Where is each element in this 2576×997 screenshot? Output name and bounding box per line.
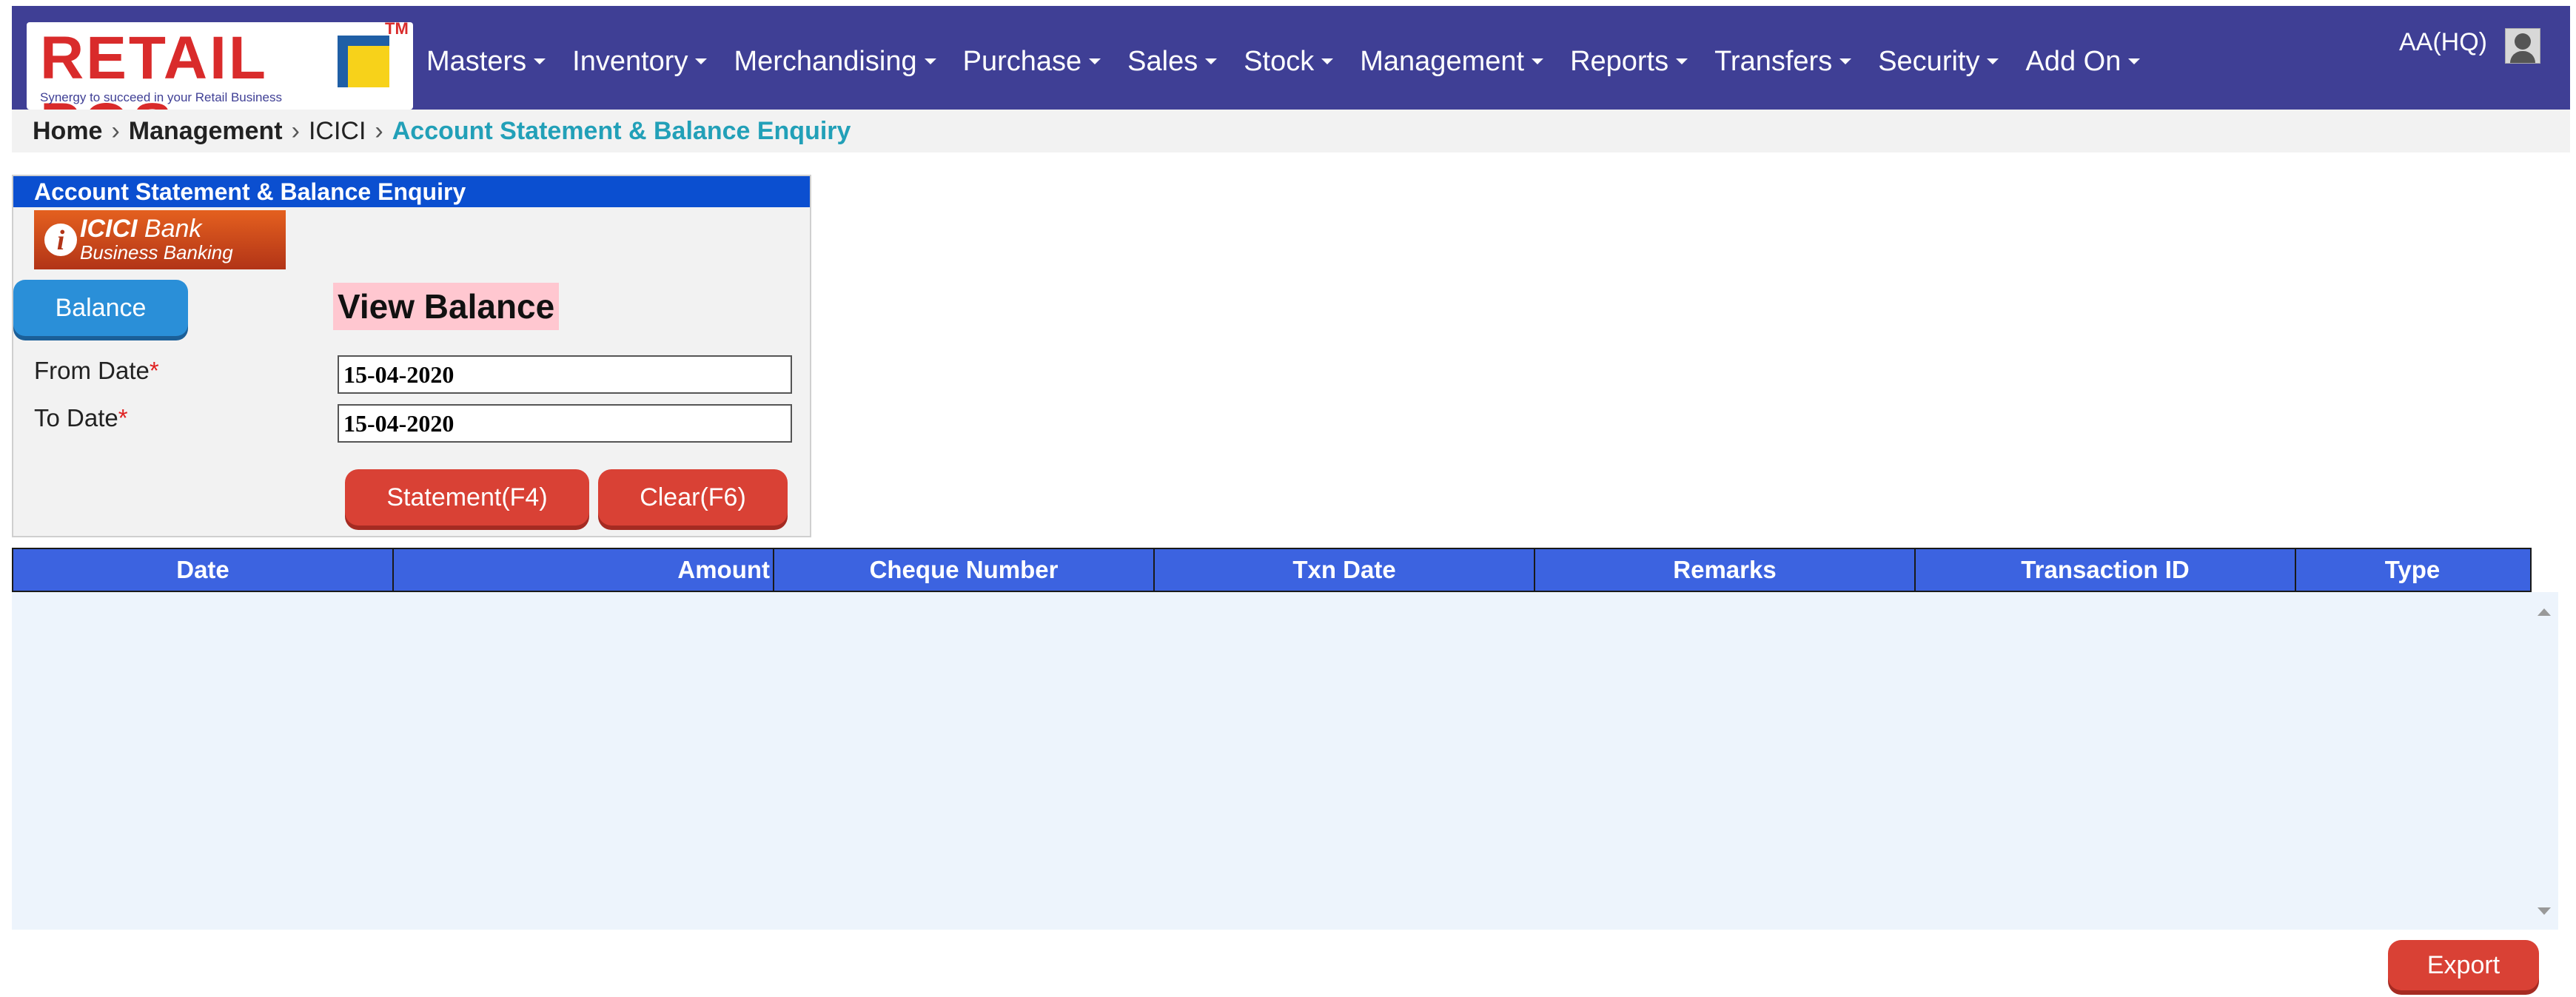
menu-management[interactable]: Management	[1360, 45, 1544, 78]
scroll-up-icon[interactable]	[2538, 608, 2551, 616]
breadcrumb-separator: ›	[375, 116, 383, 145]
panel-title: Account Statement & Balance Enquiry	[13, 176, 810, 207]
menu-label: Reports	[1570, 45, 1669, 77]
menu-inventory[interactable]: Inventory	[572, 45, 708, 78]
menu-label: Inventory	[572, 45, 688, 77]
caret-down-icon	[1532, 58, 1544, 64]
breadcrumb-management[interactable]: Management	[129, 117, 283, 146]
view-balance-label[interactable]: View Balance	[333, 283, 560, 330]
menu-label: Management	[1360, 45, 1525, 77]
caret-down-icon	[1987, 58, 1999, 64]
menu-reports[interactable]: Reports	[1570, 46, 1688, 78]
breadcrumb-current: Account Statement & Balance Enquiry	[392, 116, 851, 145]
menu-security[interactable]: Security	[1878, 46, 1999, 78]
column-date[interactable]: Date	[13, 549, 394, 591]
main-menu: Masters Inventory Merchandising Purchase…	[426, 36, 2167, 87]
menu-label: Stock	[1244, 45, 1315, 77]
menu-label: Sales	[1127, 45, 1198, 77]
icici-logo-subtitle: Business Banking	[80, 241, 233, 263]
column-transaction-id[interactable]: Transaction ID	[1916, 549, 2296, 591]
scroll-down-icon[interactable]	[2538, 907, 2551, 915]
caret-down-icon	[1676, 58, 1688, 64]
menu-sales[interactable]: Sales	[1127, 45, 1218, 78]
logo-square-accent	[338, 36, 389, 87]
caret-down-icon	[2128, 58, 2141, 64]
clear-button[interactable]: Clear(F6)	[598, 469, 788, 526]
column-cheque-number[interactable]: Cheque Number	[774, 549, 1155, 591]
caret-down-icon	[1205, 58, 1218, 64]
breadcrumb-icici[interactable]: ICICI	[309, 117, 366, 146]
caret-down-icon	[695, 58, 708, 64]
user-menu[interactable]: AA(HQ)	[2399, 28, 2540, 64]
menu-transfers[interactable]: Transfers	[1714, 45, 1852, 78]
menu-add-on[interactable]: Add On	[2025, 45, 2141, 78]
menu-merchandising[interactable]: Merchandising	[734, 46, 936, 78]
to-date-field[interactable]	[338, 404, 792, 443]
breadcrumb: Home › Management › ICICI › Account Stat…	[12, 110, 2570, 152]
retail-pos-logo[interactable]: RETAIL POS TM Synergy to succeed in your…	[27, 19, 413, 158]
column-txn-date[interactable]: Txn Date	[1155, 549, 1535, 591]
logo-tagline: Synergy to succeed in your Retail Busine…	[40, 90, 282, 104]
menu-label: Merchandising	[734, 45, 917, 77]
user-name: AA(HQ)	[2399, 28, 2487, 56]
caret-down-icon	[1089, 58, 1101, 64]
export-button[interactable]: Export	[2388, 940, 2539, 990]
top-navbar: RETAIL POS TM Synergy to succeed in your…	[12, 6, 2570, 158]
balance-button[interactable]: Balance	[13, 280, 188, 336]
from-date-label: From Date*	[34, 357, 159, 384]
menu-label: Masters	[426, 45, 527, 77]
column-amount[interactable]: Amount	[394, 549, 774, 591]
menu-masters[interactable]: Masters	[426, 46, 546, 78]
logo-trademark: TM	[385, 19, 409, 38]
statement-button[interactable]: Statement(F4)	[345, 469, 589, 526]
menu-stock[interactable]: Stock	[1244, 45, 1334, 78]
user-avatar-icon[interactable]	[2505, 28, 2540, 64]
to-date-label: To Date*	[34, 404, 128, 432]
breadcrumb-home[interactable]: Home	[33, 117, 102, 146]
breadcrumb-separator: ›	[291, 116, 300, 145]
caret-down-icon	[924, 58, 936, 64]
from-date-field[interactable]	[338, 355, 792, 394]
menu-label: Add On	[2025, 45, 2121, 77]
icici-logo-glyph: i	[44, 224, 77, 256]
caret-down-icon	[1321, 58, 1334, 64]
statement-table-body[interactable]	[12, 592, 2558, 930]
menu-label: Security	[1878, 45, 1980, 77]
caret-down-icon	[534, 58, 546, 64]
column-type[interactable]: Type	[2296, 549, 2529, 591]
enquiry-panel: Account Statement & Balance Enquiry i IC…	[12, 175, 811, 537]
menu-label: Purchase	[962, 45, 1082, 77]
breadcrumb-separator: ›	[111, 116, 120, 145]
icici-bank-logo: i ICICI Bank Business Banking	[34, 210, 286, 269]
menu-label: Transfers	[1714, 45, 1833, 77]
column-remarks[interactable]: Remarks	[1535, 549, 1916, 591]
statement-table-header: Date Amount Cheque Number Txn Date Remar…	[12, 548, 2532, 592]
caret-down-icon	[1839, 58, 1852, 64]
icici-logo-name: ICICI Bank	[80, 215, 202, 243]
menu-purchase[interactable]: Purchase	[963, 46, 1101, 78]
